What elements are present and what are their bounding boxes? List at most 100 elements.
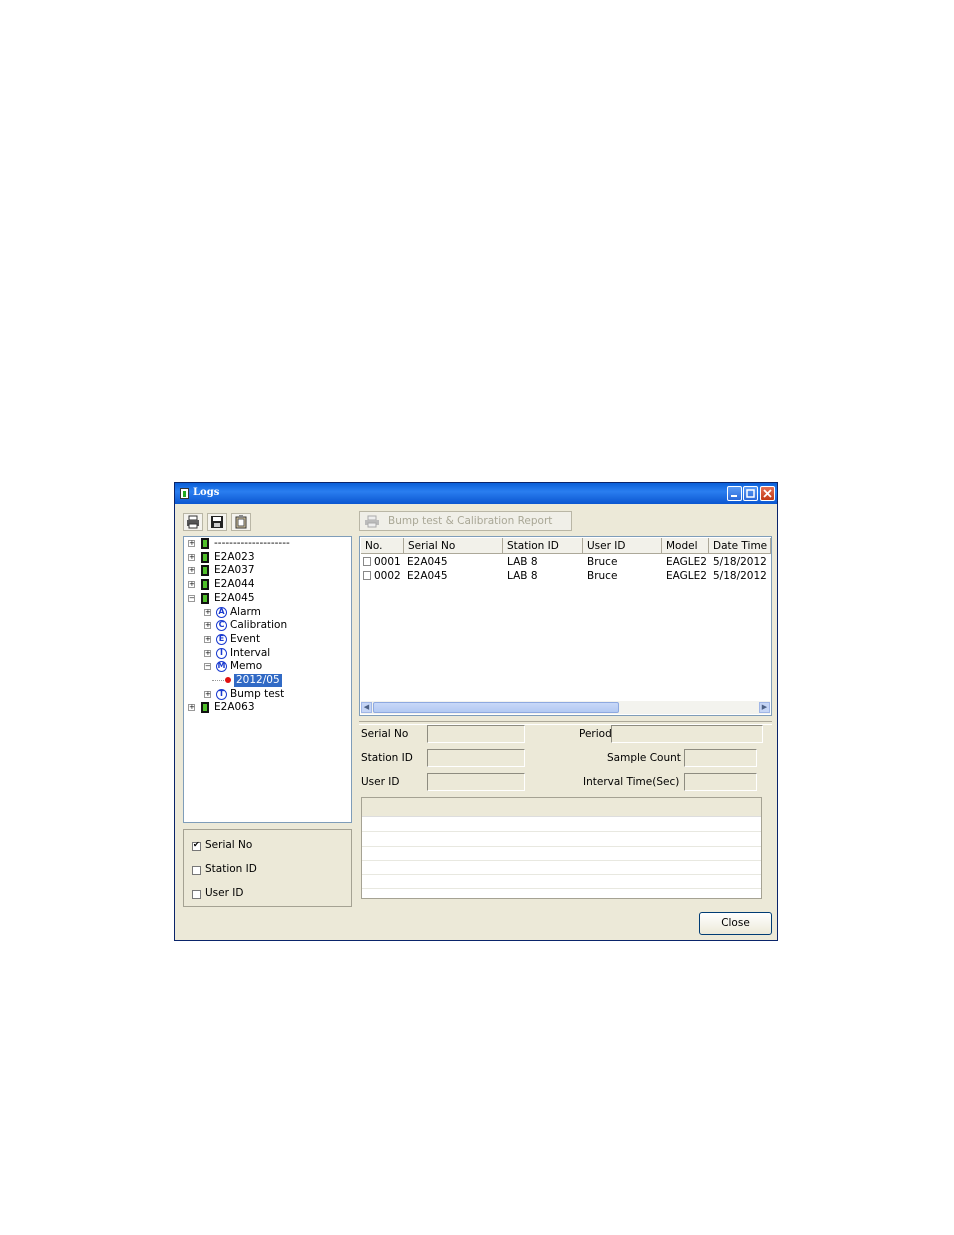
- cell-model: EAGLE2: [666, 556, 707, 568]
- log-type-icon: M: [216, 661, 227, 673]
- scroll-left-icon[interactable]: ◀: [361, 702, 372, 713]
- close-window-button[interactable]: [760, 486, 775, 501]
- log-type-icon: E: [216, 633, 227, 645]
- printer-icon: [187, 515, 199, 529]
- app-icon: [180, 488, 189, 499]
- clipboard-button[interactable]: [231, 513, 251, 531]
- period-label: Period: [579, 728, 612, 740]
- close-button[interactable]: Close: [699, 912, 772, 935]
- column-header-serial-no[interactable]: Serial No: [404, 538, 503, 554]
- expand-icon[interactable]: +: [204, 608, 211, 616]
- close-icon: [763, 489, 772, 498]
- log-type-icon: I: [216, 647, 227, 659]
- expand-icon[interactable]: +: [188, 567, 195, 575]
- expand-icon[interactable]: +: [188, 704, 195, 712]
- tree-item[interactable]: + --------------------: [184, 537, 349, 550]
- minimize-button[interactable]: [727, 486, 742, 501]
- grid-line: [362, 874, 761, 875]
- station-id-field: [427, 749, 525, 767]
- tree-item[interactable]: 2012/05: [184, 674, 349, 687]
- instrument-icon: [201, 579, 209, 591]
- log-type-icon: A: [216, 606, 227, 618]
- tree-item[interactable]: + A Alarm: [184, 606, 349, 619]
- user-id-field: [427, 773, 525, 791]
- user-id-label: User ID: [361, 776, 400, 788]
- instrument-icon: [201, 551, 209, 563]
- cell-user-id: Bruce: [587, 570, 618, 582]
- cell-date-time: 5/18/2012: [713, 570, 767, 582]
- sample-count-label: Sample Count: [607, 752, 681, 764]
- period-field: [611, 725, 763, 743]
- tree-item[interactable]: − M Memo: [184, 660, 349, 673]
- scroll-right-icon[interactable]: ▶: [759, 702, 770, 713]
- cell-no: 0002: [374, 570, 401, 582]
- interval-time-field: [684, 773, 757, 791]
- window-title: Logs: [193, 487, 220, 498]
- cell-serial-no: E2A045: [407, 556, 448, 568]
- station-id-checkbox[interactable]: [192, 866, 201, 875]
- station-id-filter-label: Station ID: [205, 863, 257, 875]
- tree-item-label: Memo: [230, 660, 263, 673]
- expand-icon[interactable]: +: [188, 553, 195, 561]
- serial-no-checkbox[interactable]: [192, 840, 201, 851]
- grid-line: [362, 846, 761, 847]
- column-header-station-id[interactable]: Station ID: [503, 538, 583, 554]
- report-button[interactable]: Bump test & Calibration Report: [359, 511, 572, 531]
- tree-item-label: E2A063: [214, 701, 255, 714]
- logs-window: Logs + -------------------- + E2A023 + E2A037…: [174, 482, 778, 941]
- print-button[interactable]: [183, 513, 203, 531]
- serial-no-label: Serial No: [361, 728, 409, 740]
- expand-icon[interactable]: +: [188, 540, 195, 547]
- title-bar[interactable]: Logs: [175, 483, 777, 504]
- cell-date-time: 5/18/2012: [713, 556, 767, 568]
- tree-item[interactable]: + E2A037: [184, 564, 349, 577]
- tree-item[interactable]: + T Bump test: [184, 688, 349, 701]
- grid-header: [362, 798, 761, 817]
- save-icon: [211, 516, 223, 528]
- tree-item[interactable]: − E2A045: [184, 592, 349, 605]
- horizontal-scrollbar[interactable]: ◀ ▶: [361, 701, 770, 714]
- sample-data-grid[interactable]: [361, 797, 762, 899]
- expand-icon[interactable]: +: [204, 635, 211, 643]
- maximize-button[interactable]: [743, 486, 758, 501]
- log-type-icon: T: [216, 688, 227, 700]
- tree-item[interactable]: + C Calibration: [184, 619, 349, 632]
- minimize-icon: [731, 495, 737, 497]
- expand-icon[interactable]: +: [188, 581, 195, 589]
- grid-line: [362, 831, 761, 832]
- collapse-icon[interactable]: −: [204, 663, 211, 671]
- scrollbar-thumb[interactable]: [373, 702, 619, 713]
- tree-item-label: --------------------: [214, 537, 290, 549]
- tree-item[interactable]: + E2A063: [184, 701, 349, 714]
- printer-icon: [365, 515, 379, 528]
- log-list[interactable]: No. Serial No Station ID User ID Model D…: [359, 536, 772, 716]
- tree-item[interactable]: + E2A044: [184, 578, 349, 591]
- user-id-filter-label: User ID: [205, 887, 244, 899]
- tree-item[interactable]: + E2A023: [184, 551, 349, 564]
- column-header-no[interactable]: No.: [361, 538, 404, 554]
- instrument-icon: [201, 592, 209, 604]
- log-tree[interactable]: + -------------------- + E2A023 + E2A037 + E2A0…: [183, 536, 352, 823]
- instrument-icon: [201, 538, 209, 549]
- tree-item[interactable]: + E Event: [184, 633, 349, 646]
- station-id-label: Station ID: [361, 752, 413, 764]
- save-button[interactable]: [207, 513, 227, 531]
- tree-item-label: Event: [230, 632, 261, 645]
- cell-no: 0001: [374, 556, 401, 568]
- expand-icon[interactable]: +: [204, 622, 211, 630]
- cell-serial-no: E2A045: [407, 570, 448, 582]
- tree-item-label: E2A045: [214, 591, 255, 604]
- cell-station-id: LAB 8: [507, 570, 538, 582]
- expand-icon[interactable]: +: [204, 649, 211, 657]
- pin-icon: [225, 677, 231, 683]
- column-header-date-time[interactable]: Date Time: [709, 538, 771, 554]
- tree-item-label: E2A044: [214, 578, 255, 591]
- expand-icon[interactable]: +: [204, 690, 211, 698]
- tree-item-label: Interval: [230, 646, 271, 659]
- user-id-checkbox[interactable]: [192, 890, 201, 899]
- tree-item-label: 2012/05: [234, 674, 282, 687]
- collapse-icon[interactable]: −: [188, 594, 195, 602]
- column-header-user-id[interactable]: User ID: [583, 538, 662, 554]
- tree-item[interactable]: + I Interval: [184, 647, 349, 660]
- column-header-model[interactable]: Model: [662, 538, 709, 554]
